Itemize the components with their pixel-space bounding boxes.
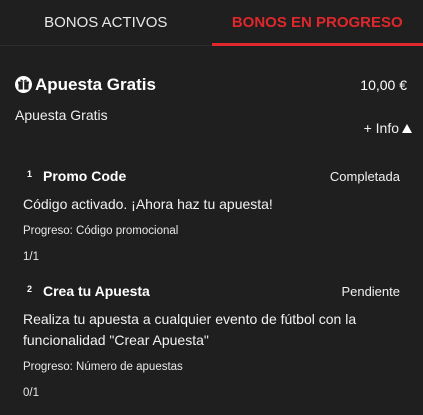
bonus-amount: 10,00 € <box>360 77 407 93</box>
step-header: 1 Promo Code Completada <box>23 168 400 188</box>
step-header: 2 Crea tu Apuesta Pendiente <box>23 283 400 303</box>
bonus-header: Apuesta Gratis 10,00 € <box>15 74 408 98</box>
step-title: Promo Code <box>43 168 127 184</box>
step-progress-count: 0/1 <box>23 387 39 399</box>
step-progress-label: Progreso: Código promocional <box>23 225 179 237</box>
step-status: Pendiente <box>341 284 400 299</box>
bonus-subtitle: Apuesta Gratis <box>15 107 108 123</box>
step-progress-count: 1/1 <box>23 251 39 263</box>
step-number: 2 <box>27 284 33 294</box>
bonus-step-promo-code: 1 Promo Code Completada Código activado.… <box>23 168 400 263</box>
step-title: Crea tu Apuesta <box>43 283 150 299</box>
step-description: Código activado. ¡Ahora haz tu apuesta! <box>23 196 273 212</box>
bonus-title: Apuesta Gratis <box>35 75 156 94</box>
tab-bonos-activos[interactable]: BONOS ACTIVOS <box>0 0 212 45</box>
bonus-tabs: BONOS ACTIVOS BONOS EN PROGRESO <box>0 0 423 46</box>
bonus-step-crea-tu-apuesta: 2 Crea tu Apuesta Pendiente Realiza tu a… <box>23 283 400 399</box>
tab-bonos-en-progreso[interactable]: BONOS EN PROGRESO <box>211 0 423 46</box>
step-progress-label: Progreso: Número de apuestas <box>23 361 183 373</box>
caret-up-icon <box>402 123 412 133</box>
step-status: Completada <box>329 169 400 184</box>
step-number: 1 <box>27 169 33 179</box>
info-toggle-button[interactable]: + Info <box>364 120 412 136</box>
info-toggle-label: + Info <box>363 120 399 136</box>
gift-icon <box>15 76 32 93</box>
step-description: Realiza tu apuesta a cualquier evento de… <box>23 311 357 348</box>
